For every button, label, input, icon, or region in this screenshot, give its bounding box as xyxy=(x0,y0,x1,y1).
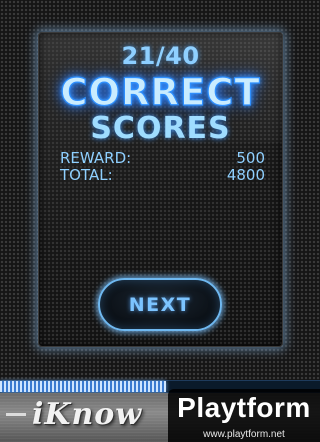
game-screen: 21/40 CORRECT SCORES REWARD: 500 TOTAL: … xyxy=(0,0,320,442)
next-button[interactable]: NEXT xyxy=(98,278,222,331)
total-label: TOTAL: xyxy=(60,166,113,184)
next-button-label: NEXT xyxy=(128,293,192,316)
reward-row: REWARD: 500 xyxy=(60,149,265,167)
watermark: Playtform www.playtform.net xyxy=(168,389,320,442)
reward-value: 500 xyxy=(236,149,265,167)
total-row: TOTAL: 4800 xyxy=(60,166,265,184)
brand-dash xyxy=(6,413,26,416)
total-value: 4800 xyxy=(226,166,265,184)
reward-label: REWARD: xyxy=(60,149,132,167)
correct-headline: CORRECT xyxy=(60,70,261,114)
results-panel: 21/40 CORRECT SCORES REWARD: 500 TOTAL: … xyxy=(38,32,283,347)
correct-count: 21/40 xyxy=(121,42,200,70)
brand-name: iKnow xyxy=(32,397,143,432)
scores-heading: SCORES xyxy=(90,111,231,146)
progress-fill xyxy=(0,381,167,392)
watermark-url: www.playtform.net xyxy=(203,429,285,440)
watermark-logo: Playtform xyxy=(177,392,311,423)
